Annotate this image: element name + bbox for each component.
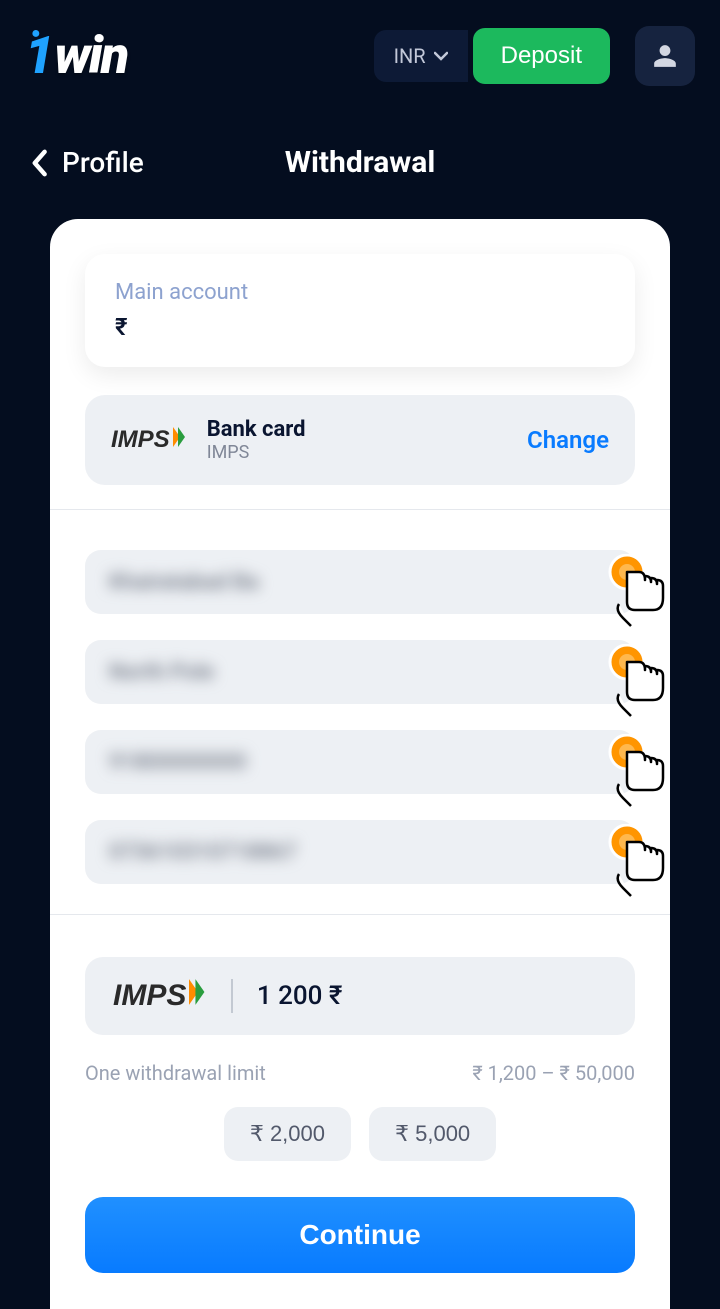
method-name: Bank card [207, 417, 507, 442]
method-sub: IMPS [207, 442, 507, 463]
chevron-left-icon [30, 149, 48, 177]
divider [50, 509, 670, 510]
account-balance: ₹ [115, 313, 605, 341]
limit-row: One withdrawal limit ₹ 1,200 – ₹ 50,000 [85, 1061, 635, 1085]
limit-range: ₹ 1,200 – ₹ 50,000 [472, 1061, 635, 1085]
logo[interactable]: 1win [25, 25, 359, 86]
vertical-divider [231, 979, 233, 1013]
deposit-button[interactable]: Deposit [473, 28, 610, 84]
back-label: Profile [62, 146, 144, 179]
currency-selector[interactable]: INR [374, 30, 468, 82]
account-box[interactable]: Main account ₹ [85, 254, 635, 367]
quick-amounts: ₹ 2,000 ₹ 5,000 [85, 1107, 635, 1161]
tap-indicator-icon [605, 644, 675, 724]
method-text: Bank card IMPS [207, 417, 507, 463]
app-header: 1win INR Deposit [0, 0, 720, 116]
sub-header: Profile Withdrawal [0, 116, 720, 219]
profile-button[interactable] [635, 26, 695, 86]
tap-indicator-icon [605, 824, 675, 904]
amount-chip-2000[interactable]: ₹ 2,000 [224, 1107, 351, 1161]
imps-logo-icon: IMPS [111, 426, 187, 454]
imps-logo-icon: IMPS [113, 979, 207, 1013]
amount-value: 1 200 ₹ [257, 981, 343, 1011]
divider [50, 914, 670, 915]
redacted-text: North Pole [109, 660, 214, 685]
account-label: Main account [115, 280, 605, 305]
main-card: Main account ₹ IMPS Bank card IMPS Chang… [50, 219, 670, 1309]
limit-label: One withdrawal limit [85, 1061, 266, 1085]
currency-label: INR [394, 44, 426, 68]
continue-button[interactable]: Continue [85, 1197, 635, 1273]
person-icon [652, 43, 678, 69]
amount-box[interactable]: IMPS 1 200 ₹ [85, 957, 635, 1035]
page-title: Withdrawal [285, 145, 436, 180]
tap-indicator-icon [605, 554, 675, 634]
form-input-2[interactable]: North Pole [85, 640, 635, 704]
form-input-3[interactable]: 91800000000 [85, 730, 635, 794]
redacted-text: 91800000000 [109, 750, 247, 775]
chevron-down-icon [434, 51, 448, 61]
payment-method-box: IMPS Bank card IMPS Change [85, 395, 635, 485]
tap-indicator-icon [605, 734, 675, 814]
back-button[interactable]: Profile [30, 146, 144, 179]
form-input-4[interactable]: 073610310718867 [85, 820, 635, 884]
redacted-text: 073610310718867 [109, 840, 297, 865]
form-input-1[interactable]: Khairatabad Ba [85, 550, 635, 614]
redacted-text: Khairatabad Ba [109, 570, 259, 595]
change-method-link[interactable]: Change [527, 426, 609, 454]
amount-chip-5000[interactable]: ₹ 5,000 [369, 1107, 496, 1161]
